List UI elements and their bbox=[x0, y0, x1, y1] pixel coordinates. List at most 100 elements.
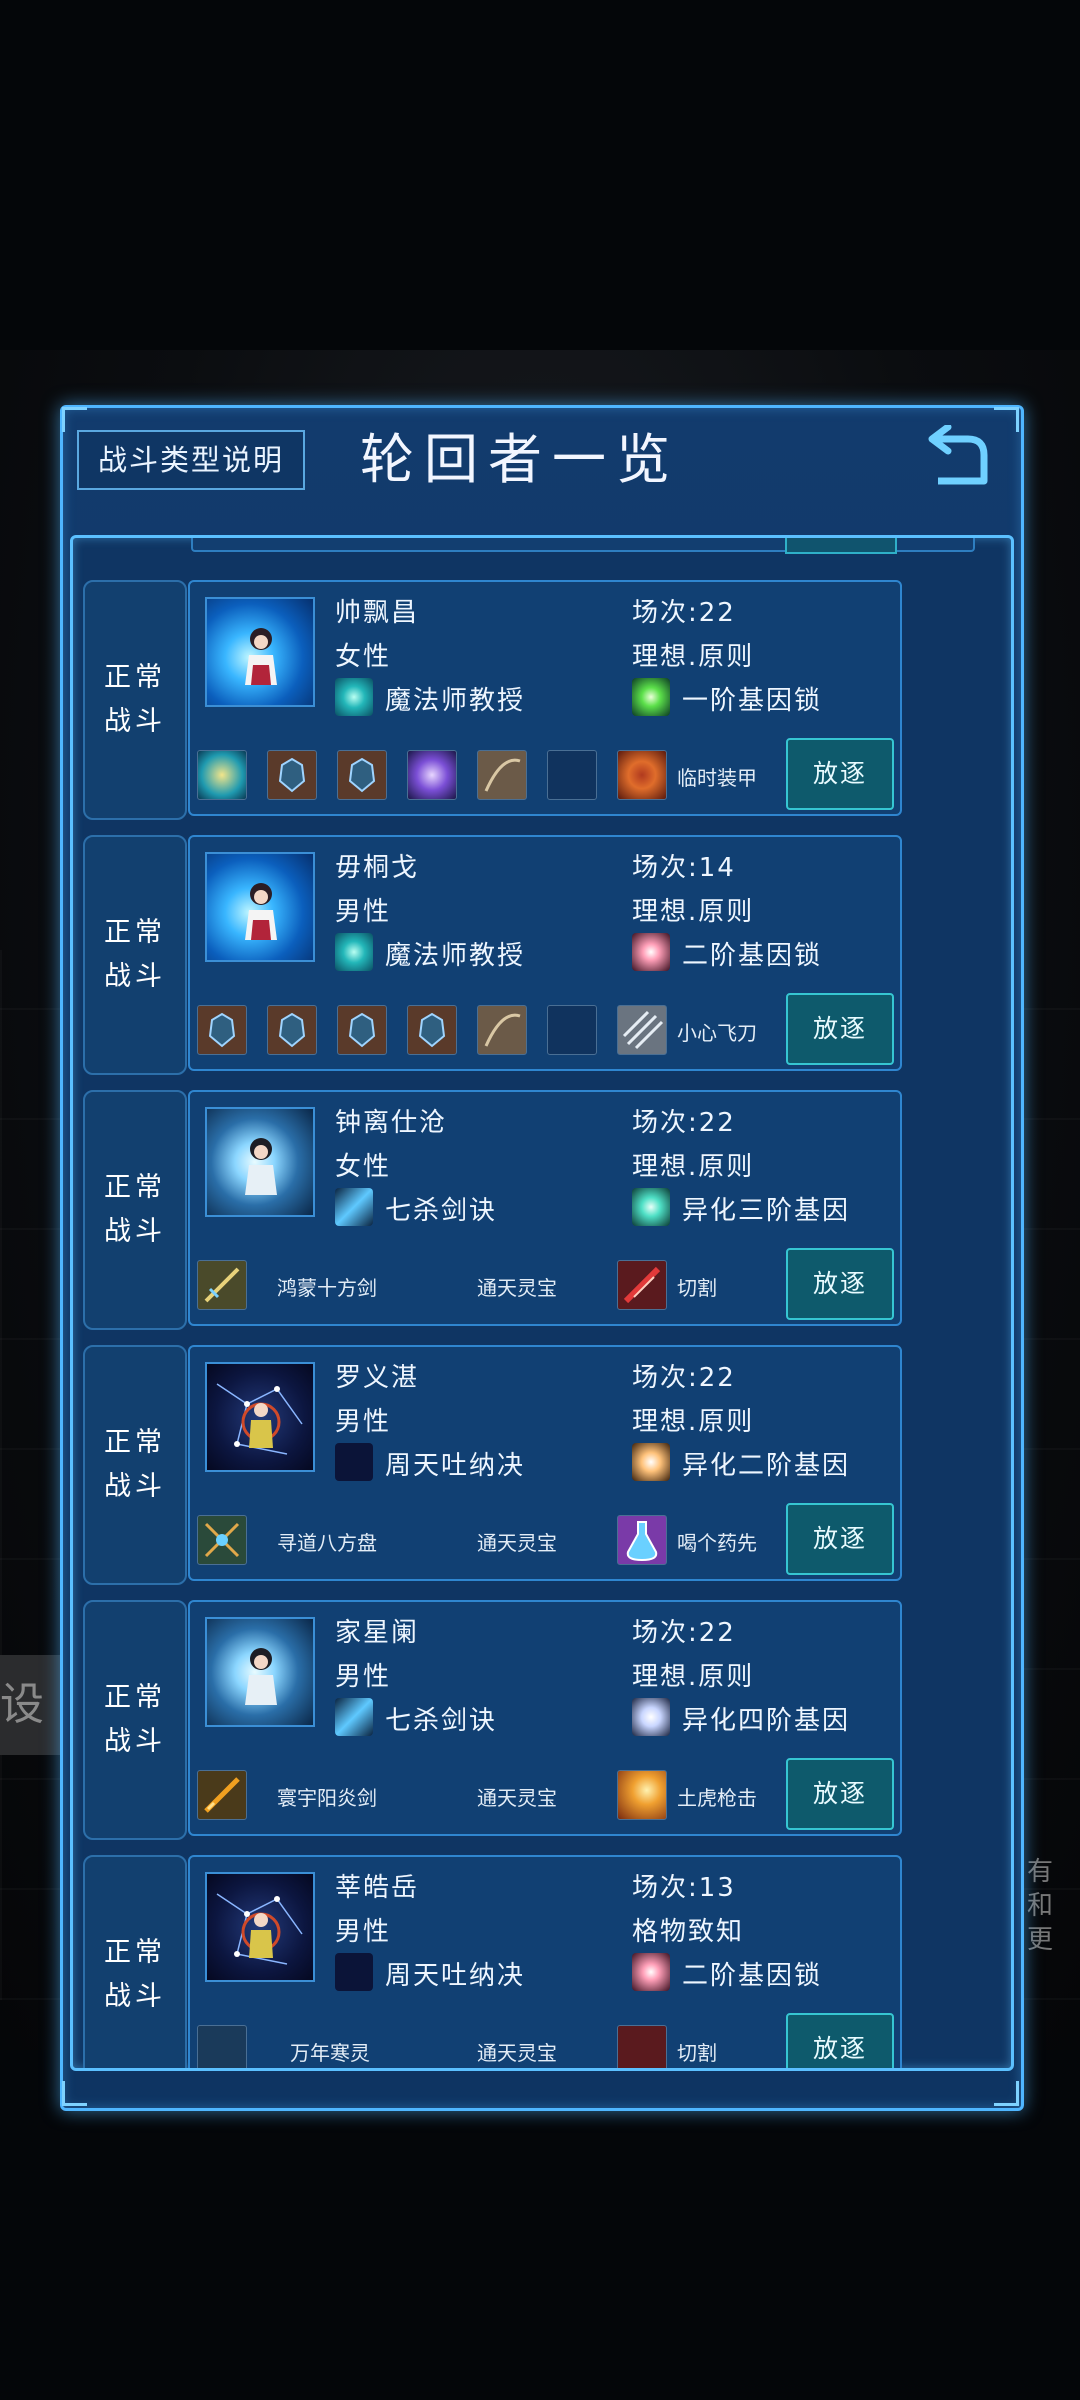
exile-button[interactable]: 放逐 bbox=[786, 1248, 894, 1320]
character-portrait bbox=[205, 1362, 315, 1472]
equipment-name: 寻道八方盘 bbox=[277, 1531, 377, 1555]
reincarnator-card[interactable]: 帅飘昌 女性 魔法师教授 场次:22 理想.原则 一阶基因锁 临时装甲 放逐 bbox=[188, 580, 902, 816]
gauntlet-equipment-icon[interactable] bbox=[407, 1005, 457, 1055]
gauntlet-equipment-icon[interactable] bbox=[337, 750, 387, 800]
character-portrait bbox=[205, 852, 315, 962]
character-name: 钟离仕沧 bbox=[335, 1108, 448, 1138]
ice-equipment-icon[interactable] bbox=[197, 2025, 247, 2068]
gauntlet-equipment-icon[interactable] bbox=[197, 1005, 247, 1055]
character-gender: 女性 bbox=[335, 1152, 392, 1182]
equipment-name: 通天灵宝 bbox=[477, 1531, 557, 1555]
gene-lock-icon bbox=[632, 1953, 670, 1991]
battle-type-label: 正常 战斗 bbox=[83, 1345, 187, 1585]
exile-button[interactable]: 放逐 bbox=[786, 993, 894, 1065]
gauntlet-equipment-icon[interactable] bbox=[267, 750, 317, 800]
character-gender: 男性 bbox=[335, 1407, 392, 1437]
gene-lock-name: 二阶基因锁 bbox=[682, 1961, 823, 1991]
battle-type-label: 正常 战斗 bbox=[83, 1600, 187, 1840]
empty-equipment-slot[interactable] bbox=[547, 750, 597, 800]
equipment-name: 寰宇阳炎剑 bbox=[277, 1786, 377, 1810]
compass-equipment-icon[interactable] bbox=[197, 1515, 247, 1565]
battle-type-label: 正常 战斗 bbox=[83, 1090, 187, 1330]
character-gender: 男性 bbox=[335, 897, 392, 927]
skill-name: 七杀剑诀 bbox=[385, 1706, 498, 1736]
character-name: 帅飘昌 bbox=[335, 598, 420, 628]
character-name: 罗义湛 bbox=[335, 1363, 420, 1393]
character-portrait bbox=[205, 1872, 315, 1982]
reincarnator-list[interactable]: 正常 战斗 帅飘昌 女性 魔法师教授 场次:22 理想.原则 一阶基因锁 临时装… bbox=[70, 535, 1014, 2071]
gene-lock-icon bbox=[632, 933, 670, 971]
list-item: 正常 战斗 莘皓岳 男性 周天吐纳决 场次:13 格物致知 二阶基因锁 万年寒灵 … bbox=[73, 1855, 1011, 2068]
equipment-name: 通天灵宝 bbox=[477, 1276, 557, 1300]
character-gender: 男性 bbox=[335, 1917, 392, 1947]
flame-sword-equipment-icon[interactable] bbox=[197, 1770, 247, 1820]
character-name: 莘皓岳 bbox=[335, 1873, 420, 1903]
back-button[interactable] bbox=[922, 423, 994, 495]
armor-equipment-icon[interactable] bbox=[617, 750, 667, 800]
list-item: 正常 战斗 罗义湛 男性 周天吐纳决 场次:22 理想.原则 异化二阶基因 寻道八… bbox=[73, 1345, 1011, 1585]
equipment-name: 通天灵宝 bbox=[477, 2041, 557, 2065]
character-portrait bbox=[205, 597, 315, 707]
blade-equipment-icon[interactable] bbox=[617, 2025, 667, 2068]
blade-equipment-icon[interactable] bbox=[617, 1260, 667, 1310]
frame-corner bbox=[994, 2081, 1019, 2106]
orb-equipment-icon[interactable] bbox=[407, 750, 457, 800]
gene-icon bbox=[632, 1443, 670, 1481]
gene-lock-name: 一阶基因锁 bbox=[682, 686, 823, 716]
reincarnator-card[interactable]: 罗义湛 男性 周天吐纳决 场次:22 理想.原则 异化二阶基因 寻道八方盘 通天… bbox=[188, 1345, 902, 1581]
gene-lock-icon bbox=[632, 678, 670, 716]
gene-icon bbox=[632, 1188, 670, 1226]
character-ideal: 理想.原则 bbox=[632, 1662, 755, 1692]
skill-name: 七杀剑诀 bbox=[385, 1196, 498, 1226]
character-portrait bbox=[205, 1107, 315, 1217]
character-ideal: 理想.原则 bbox=[632, 1152, 755, 1182]
knife-equipment-icon[interactable] bbox=[617, 1005, 667, 1055]
battle-count: 场次:13 bbox=[632, 1873, 736, 1903]
character-gender: 女性 bbox=[335, 642, 392, 672]
bow-equipment-icon[interactable] bbox=[477, 750, 527, 800]
exile-button[interactable]: 放逐 bbox=[786, 2013, 894, 2068]
battle-type-help-button[interactable]: 战斗类型说明 bbox=[77, 430, 305, 490]
frame-corner bbox=[994, 407, 1019, 432]
background-right-fragment: 有和更 bbox=[1026, 1857, 1053, 1955]
reincarnator-card[interactable]: 毋桐戈 男性 魔法师教授 场次:14 理想.原则 二阶基因锁 小心飞刀 放逐 bbox=[188, 835, 902, 1071]
equipment-name: 鸿蒙十方剑 bbox=[277, 1276, 377, 1300]
page-title: 轮回者一览 bbox=[360, 428, 680, 491]
exile-button[interactable]: 放逐 bbox=[786, 738, 894, 810]
skill-name: 魔法师教授 bbox=[385, 686, 526, 716]
battle-type-label: 正常 战斗 bbox=[83, 580, 187, 820]
gauntlet-equipment-icon[interactable] bbox=[267, 1005, 317, 1055]
reincarnator-card[interactable]: 莘皓岳 男性 周天吐纳决 场次:13 格物致知 二阶基因锁 万年寒灵 通天灵宝 … bbox=[188, 1855, 902, 2068]
list-item: 正常 战斗 钟离仕沧 女性 七杀剑诀 场次:22 理想.原则 异化三阶基因 鸿蒙十… bbox=[73, 1090, 1011, 1330]
list-item: 正常 战斗 毋桐戈 男性 魔法师教授 场次:14 理想.原则 二阶基因锁 小心飞… bbox=[73, 835, 1011, 1075]
character-portrait bbox=[205, 1617, 315, 1727]
equipment-name: 切割 bbox=[677, 2041, 717, 2065]
gauntlet-equipment-icon[interactable] bbox=[337, 1005, 387, 1055]
equipment-name: 喝个药先 bbox=[677, 1531, 757, 1555]
skill-name: 魔法师教授 bbox=[385, 941, 526, 971]
exile-button[interactable]: 放逐 bbox=[786, 1758, 894, 1830]
sword-skill-icon bbox=[335, 1698, 373, 1736]
battle-type-label: 正常 战斗 bbox=[83, 1855, 187, 2068]
equipment-name: 临时装甲 bbox=[677, 766, 757, 790]
exile-button[interactable]: 放逐 bbox=[786, 1503, 894, 1575]
spiral-skill-icon bbox=[335, 678, 373, 716]
equipment-name: 小心飞刀 bbox=[677, 1021, 757, 1045]
gene-icon bbox=[632, 1698, 670, 1736]
fire-spear-equipment-icon[interactable] bbox=[617, 1770, 667, 1820]
cube-equipment-icon[interactable] bbox=[197, 750, 247, 800]
empty-equipment-slot[interactable] bbox=[547, 1005, 597, 1055]
constellation-skill-icon bbox=[335, 1443, 373, 1481]
reincarnator-card[interactable]: 家星阑 男性 七杀剑诀 场次:22 理想.原则 异化四阶基因 寰宇阳炎剑 通天灵… bbox=[188, 1600, 902, 1836]
gene-name: 异化三阶基因 bbox=[682, 1196, 851, 1226]
reincarnator-card[interactable]: 钟离仕沧 女性 七杀剑诀 场次:22 理想.原则 异化三阶基因 鸿蒙十方剑 通天… bbox=[188, 1090, 902, 1326]
equipment-name: 土虎枪击 bbox=[677, 1786, 757, 1810]
frame-corner bbox=[62, 407, 87, 432]
potion-equipment-icon[interactable] bbox=[617, 1515, 667, 1565]
battle-count: 场次:22 bbox=[632, 1363, 736, 1393]
gene-name: 异化四阶基因 bbox=[682, 1706, 851, 1736]
character-gender: 男性 bbox=[335, 1662, 392, 1692]
bow-equipment-icon[interactable] bbox=[477, 1005, 527, 1055]
list-item: 正常 战斗 家星阑 男性 七杀剑诀 场次:22 理想.原则 异化四阶基因 寰宇阳炎… bbox=[73, 1600, 1011, 1840]
sword-equipment-icon[interactable] bbox=[197, 1260, 247, 1310]
